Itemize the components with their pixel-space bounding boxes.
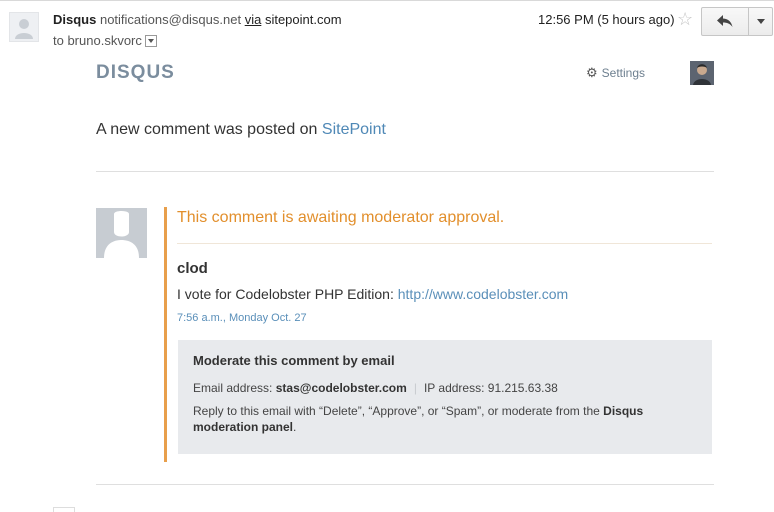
site-link[interactable]: SitePoint xyxy=(322,121,386,138)
comment-text: I vote for Codelobster PHP Edition: xyxy=(177,286,394,302)
default-avatar-icon xyxy=(15,19,33,39)
notice-text: A new comment was posted on xyxy=(96,121,318,138)
comment-link[interactable]: http://www.codelobster.com xyxy=(398,286,568,302)
gear-icon: ⚙ xyxy=(586,65,598,80)
reply-button[interactable] xyxy=(701,7,773,36)
details-separator: | xyxy=(413,381,417,395)
settings-label: Settings xyxy=(601,66,646,80)
recipient-line: to bruno.skvorc xyxy=(53,33,157,48)
sender-avatar[interactable] xyxy=(9,12,39,42)
ip-value: 91.215.63.38 xyxy=(487,381,558,395)
moderation-status: This comment is awaiting moderator appro… xyxy=(177,209,505,226)
moderation-instructions: Reply to this email with “Delete”, “Appr… xyxy=(193,403,698,435)
more-options-chevron-icon[interactable] xyxy=(757,19,765,24)
sender-line: Disqus notifications@disqus.net via site… xyxy=(53,12,342,27)
email-value: stas@codelobster.com xyxy=(275,381,407,395)
commenter-avatar[interactable] xyxy=(96,208,147,258)
moderation-details: Email address: stas@codelobster.com | IP a… xyxy=(193,381,558,395)
reply-arrow-icon xyxy=(717,15,733,27)
email-time: 12:56 PM (5 hours ago) xyxy=(538,12,675,27)
settings-link[interactable]: ⚙ Settings xyxy=(586,65,645,81)
disqus-logo[interactable]: DISQUS xyxy=(96,62,175,84)
top-border xyxy=(0,0,774,1)
quoted-text-toggle[interactable] xyxy=(53,507,75,512)
via-label[interactable]: via xyxy=(245,12,262,27)
comment-timestamp[interactable]: 7:56 a.m., Monday Oct. 27 xyxy=(177,312,307,324)
via-domain: sitepoint.com xyxy=(264,12,342,27)
sender-address: notifications@disqus.net xyxy=(99,12,242,27)
moderation-title: Moderate this comment by email xyxy=(193,353,395,368)
divider-bottom xyxy=(96,484,714,485)
moderation-box: Moderate this comment by email Email add… xyxy=(178,340,712,454)
default-avatar-icon xyxy=(96,208,147,258)
show-details-icon[interactable] xyxy=(144,34,157,47)
comment-body: I vote for Codelobster PHP Edition: http… xyxy=(177,286,568,302)
to-line: to bruno.skvorc xyxy=(53,33,142,48)
divider-top xyxy=(96,171,714,172)
sender-name[interactable]: Disqus xyxy=(53,12,96,27)
star-icon[interactable]: ☆ xyxy=(677,9,693,30)
user-photo-icon xyxy=(690,61,714,85)
status-divider xyxy=(177,243,712,244)
comment-accent-bar xyxy=(164,207,167,462)
ip-label: IP address: xyxy=(423,381,485,395)
new-comment-notice: A new comment was posted on SitePoint xyxy=(96,121,386,139)
email-label: Email address: xyxy=(193,381,273,395)
instructions-period: . xyxy=(293,420,297,434)
comment-author: clod xyxy=(177,260,208,277)
reply-instructions: Reply to this email with “Delete”, “Appr… xyxy=(193,404,600,418)
user-avatar[interactable] xyxy=(690,61,714,85)
reply-button-divider xyxy=(748,8,749,35)
